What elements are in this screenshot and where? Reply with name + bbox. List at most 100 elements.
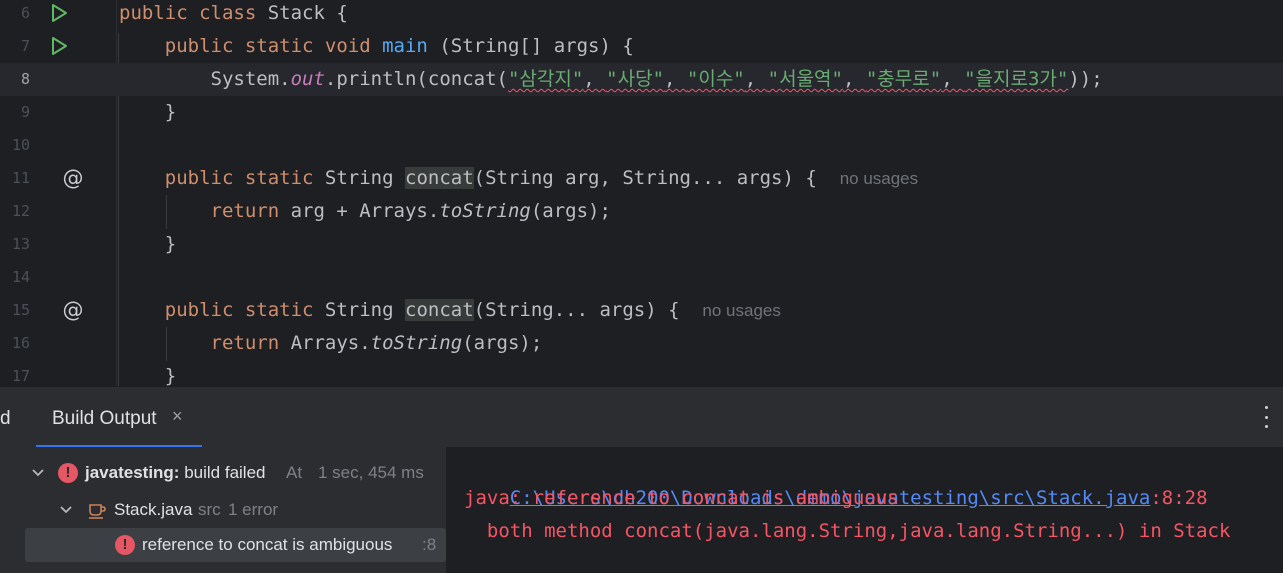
- line-number: 14: [11, 268, 30, 286]
- build-output-console[interactable]: C:\Users\dh200\Downloads\demo\javatestin…: [447, 447, 1283, 573]
- code-token: concat: [405, 299, 474, 321]
- override-at-icon[interactable]: @: [62, 166, 84, 190]
- code-token: public static: [164, 299, 325, 321]
- code-text: return Arrays.toString(args);: [119, 327, 543, 360]
- code-token: }: [119, 101, 177, 123]
- code-token: ,: [664, 68, 687, 90]
- code-token: Arrays.: [290, 332, 371, 354]
- code-token: "충무로": [865, 68, 942, 90]
- line-number: 11: [11, 169, 30, 187]
- code-token: "이수": [686, 68, 745, 90]
- code-token: Stack {: [267, 2, 348, 24]
- code-token: main: [382, 35, 440, 57]
- code-token: String: [324, 167, 405, 189]
- code-token: return: [210, 332, 291, 354]
- code-line[interactable]: 8 System.out.println(concat("삼각지", "사당",…: [0, 63, 1283, 96]
- code-token: );: [1079, 68, 1103, 90]
- error-icon: !: [115, 535, 135, 555]
- code-token: "삼각지": [507, 68, 584, 90]
- code-token: (String arg, String... args) {: [473, 167, 840, 189]
- code-token: arg + Arrays.: [290, 200, 440, 222]
- code-text: }: [119, 96, 176, 129]
- code-line[interactable]: 13 }: [0, 228, 1283, 261]
- java-file-icon: [89, 504, 106, 519]
- chevron-down-icon[interactable]: [59, 503, 73, 517]
- build-tree[interactable]: ! javatesting: build failed At 1 sec, 45…: [0, 447, 446, 573]
- code-token: toString: [439, 200, 531, 222]
- error-detail-text: both method concat(java.lang.String,java…: [464, 520, 1231, 542]
- code-text: }: [119, 228, 176, 261]
- project-name: javatesting:: [85, 463, 180, 482]
- usage-hint: no usages: [702, 301, 781, 320]
- line-number: 16: [11, 334, 30, 352]
- code-token: "을지로3가": [964, 68, 1069, 90]
- code-token: toString: [370, 332, 463, 354]
- code-line[interactable]: 17 }: [0, 360, 1283, 386]
- chevron-down-icon[interactable]: [31, 466, 45, 480]
- file-location: :8:28: [1150, 487, 1208, 509]
- usage-hint: no usages: [839, 169, 919, 188]
- code-line[interactable]: 12 return arg + Arrays.toString(args);: [0, 195, 1283, 228]
- override-at-icon[interactable]: @: [62, 298, 84, 322]
- code-token: ): [1068, 68, 1080, 90]
- tool-window-tabbar: d Build Output ×: [0, 386, 1283, 448]
- close-icon[interactable]: ×: [172, 406, 183, 427]
- build-time: 1 sec, 454 ms: [318, 463, 424, 482]
- code-token: public class: [119, 2, 268, 24]
- build-status: build failed: [179, 463, 266, 482]
- code-text: public class Stack {: [119, 0, 348, 30]
- file-dir: src: [198, 500, 221, 519]
- line-number: 10: [11, 136, 30, 154]
- code-token: (String[] args) {: [439, 35, 634, 57]
- code-line[interactable]: 16 return Arrays.toString(args);: [0, 327, 1283, 360]
- code-line[interactable]: 10: [0, 129, 1283, 162]
- code-editor[interactable]: 6 public class Stack {7 public static voi…: [0, 0, 1283, 386]
- line-number: 6: [20, 4, 30, 22]
- code-text: public static String concat(String... ar…: [119, 294, 781, 327]
- code-token: (args);: [462, 332, 543, 354]
- code-text: public static void main (String[] args) …: [119, 30, 634, 63]
- code-token: ,: [842, 68, 866, 90]
- code-token: System.: [119, 68, 291, 90]
- error-icon: !: [58, 463, 78, 483]
- code-line[interactable]: 15 @ public static String concat(String..…: [0, 294, 1283, 327]
- run-icon[interactable]: [48, 35, 70, 57]
- run-icon[interactable]: [48, 2, 70, 24]
- code-token: (args);: [530, 200, 611, 222]
- more-options-icon[interactable]: [1263, 406, 1269, 428]
- code-token: return: [210, 200, 291, 222]
- code-token: ,: [583, 68, 607, 90]
- tree-row-file[interactable]: Stack.java src 1 error: [0, 493, 446, 527]
- tab-build-output[interactable]: Build Output ×: [36, 387, 202, 448]
- previous-tab-fragment[interactable]: d: [0, 408, 11, 430]
- code-line[interactable]: 7 public static void main (String[] args…: [0, 30, 1283, 63]
- code-token: ,: [744, 68, 768, 90]
- code-token: concat: [405, 167, 474, 189]
- code-line[interactable]: 14: [0, 261, 1283, 294]
- line-number: 15: [11, 301, 30, 319]
- line-number: 9: [20, 103, 30, 121]
- code-text: return arg + Arrays.toString(args);: [119, 195, 611, 228]
- code-token: "서울역": [767, 68, 843, 90]
- error-line-text: java: reference to concat is ambiguous: [464, 487, 899, 509]
- code-line[interactable]: 6 public class Stack {: [0, 0, 1283, 30]
- code-line[interactable]: 9 }: [0, 96, 1283, 129]
- tree-row-root[interactable]: ! javatesting: build failed At 1 sec, 45…: [0, 456, 446, 490]
- code-text: public static String concat(String arg, …: [119, 162, 918, 195]
- code-token: .println(: [324, 68, 428, 90]
- file-name: Stack.java: [114, 500, 193, 519]
- code-token: "사당": [606, 68, 665, 90]
- code-text: System.out.println(concat("삼각지", "사당", "…: [119, 63, 1103, 96]
- line-number: 13: [11, 235, 30, 253]
- code-token: public static void: [164, 35, 383, 57]
- error-message: reference to concat is ambiguous: [142, 535, 393, 554]
- tree-row-error[interactable]: ! reference to concat is ambiguous :8: [25, 528, 446, 562]
- code-line[interactable]: 11 @ public static String concat(String a…: [0, 162, 1283, 195]
- code-token: public static: [164, 167, 325, 189]
- line-number: 17: [11, 367, 30, 385]
